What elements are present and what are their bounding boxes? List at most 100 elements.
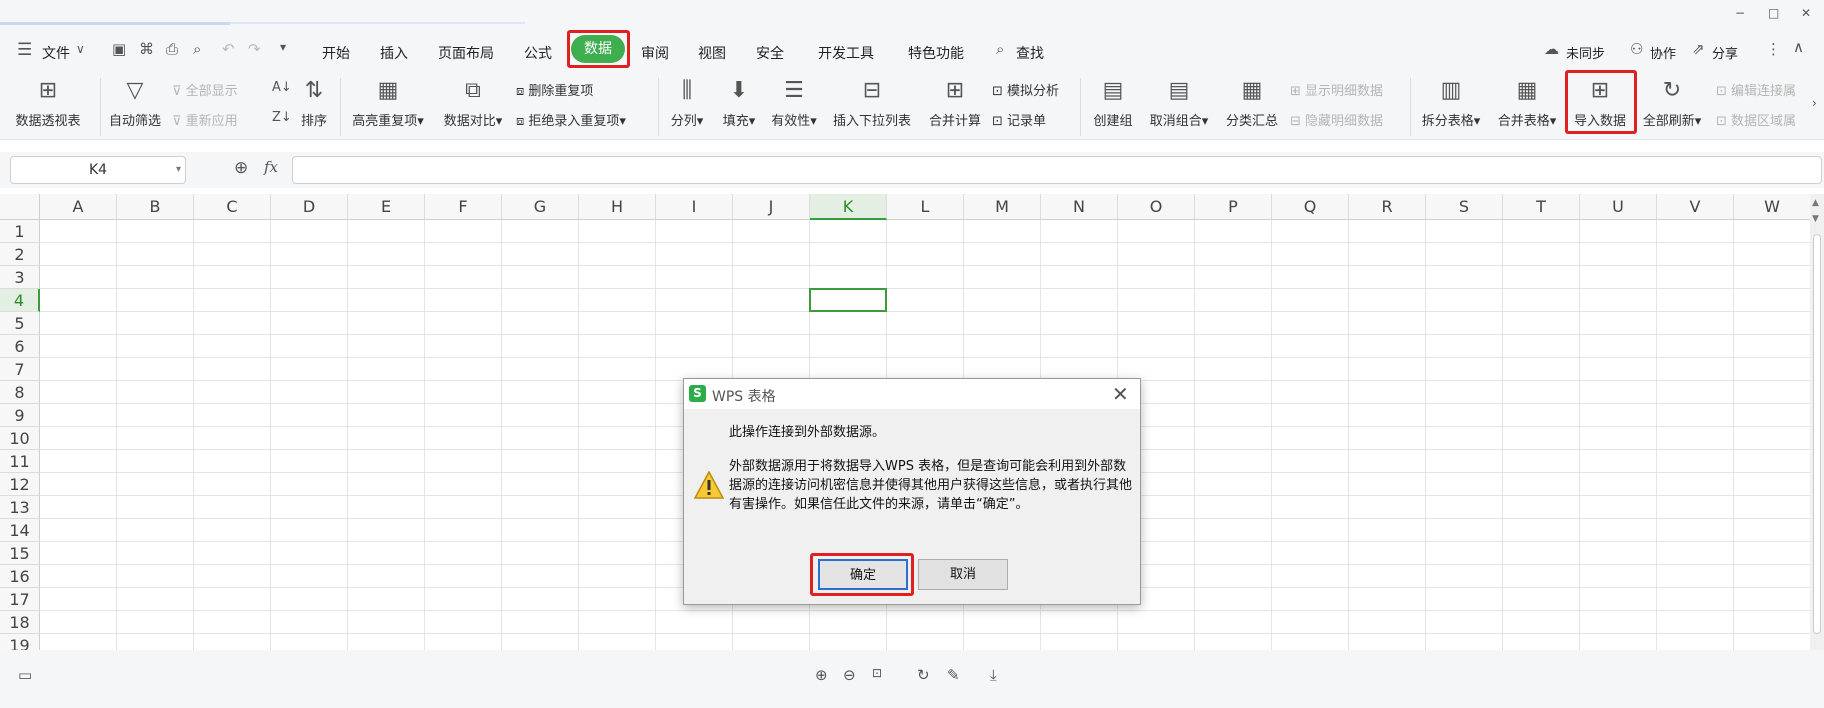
zoom-out-icon[interactable]: ⊖ (843, 666, 856, 684)
insert-dropdown-list-button[interactable]: ⊟ 插入下拉列表 (828, 76, 916, 129)
format-painter-icon[interactable]: ⌘ (139, 40, 154, 58)
actual-size-icon[interactable]: ⊡ (872, 666, 882, 680)
tab-developer[interactable]: 开发工具 (818, 43, 874, 63)
what-if-analysis-button[interactable]: ⊡ 模拟分析 (992, 80, 1059, 99)
create-group-button[interactable]: ▤ 创建组 (1088, 76, 1138, 129)
cloud-sync-icon[interactable]: ☁ (1544, 40, 1559, 58)
column-header-o[interactable]: O (1118, 194, 1195, 220)
column-header-i[interactable]: I (656, 194, 733, 220)
scroll-up-icon[interactable]: ▲ (1812, 198, 1819, 208)
column-header-l[interactable]: L (887, 194, 964, 220)
row-header-8[interactable]: 8 (0, 381, 40, 404)
remove-duplicates-button[interactable]: ⧈ 删除重复项 (516, 80, 593, 99)
row-header-11[interactable]: 11 (0, 450, 40, 473)
tab-home[interactable]: 开始 (322, 43, 350, 63)
merge-table-button[interactable]: ▦ 合并表格▾ (1492, 76, 1562, 129)
row-header-15[interactable]: 15 (0, 542, 40, 565)
row-header-10[interactable]: 10 (0, 427, 40, 450)
column-header-p[interactable]: P (1195, 194, 1272, 220)
subtotal-button[interactable]: ▦ 分类汇总 (1222, 76, 1282, 129)
sort-desc-icon[interactable]: Z↓ (272, 110, 292, 125)
undo-icon[interactable]: ↶ (222, 40, 235, 58)
data-compare-button[interactable]: ⧉ 数据对比▾ (438, 76, 508, 129)
selected-cell[interactable] (809, 288, 887, 312)
row-header-13[interactable]: 13 (0, 496, 40, 519)
row-header-1[interactable]: 1 (0, 220, 40, 243)
hide-detail-button[interactable]: ⊟ 隐藏明细数据 (1290, 110, 1383, 129)
collaborate-button[interactable]: 协作 (1650, 43, 1676, 62)
row-header-4[interactable]: 4 (0, 289, 40, 312)
scroll-down-icon[interactable]: ▼ (1812, 214, 1819, 224)
column-header-s[interactable]: S (1426, 194, 1503, 220)
edit-connection-button[interactable]: ⊡ 编辑连接属 (1716, 80, 1796, 99)
show-detail-button[interactable]: ⊞ 显示明细数据 (1290, 80, 1383, 99)
row-header-6[interactable]: 6 (0, 335, 40, 358)
row-header-5[interactable]: 5 (0, 312, 40, 335)
column-header-v[interactable]: V (1657, 194, 1734, 220)
row-header-12[interactable]: 12 (0, 473, 40, 496)
tab-formula[interactable]: 公式 (524, 43, 552, 63)
scroll-thumb[interactable] (1813, 234, 1821, 634)
row-header-19[interactable]: 19 (0, 634, 40, 650)
collaborate-icon[interactable]: ⚇ (1630, 40, 1643, 58)
column-header-m[interactable]: M (964, 194, 1041, 220)
row-header-7[interactable]: 7 (0, 358, 40, 381)
column-header-n[interactable]: N (1041, 194, 1118, 220)
column-header-f[interactable]: F (425, 194, 502, 220)
zoom-in-icon[interactable]: ⊕ (815, 666, 828, 684)
column-header-j[interactable]: J (733, 194, 810, 220)
sort-button[interactable]: ⇅ 排序 (296, 76, 332, 129)
sort-asc-icon[interactable]: A↓ (272, 80, 292, 95)
ribbon-scroll-right-icon[interactable]: › (1812, 96, 1817, 110)
file-menu[interactable]: 文件 (42, 43, 70, 63)
tab-review[interactable]: 审阅 (641, 43, 669, 63)
column-header-d[interactable]: D (271, 194, 348, 220)
quick-access-dropdown-icon[interactable]: ▾ (280, 40, 286, 54)
fill-button[interactable]: ⬇ 填充▾ (716, 76, 762, 129)
tab-page-layout[interactable]: 页面布局 (438, 43, 494, 63)
column-header-q[interactable]: Q (1272, 194, 1349, 220)
pen-icon[interactable]: ✎ (947, 666, 960, 684)
refresh-all-button[interactable]: ↻ 全部刷新▾ (1638, 76, 1706, 129)
column-header-b[interactable]: B (117, 194, 194, 220)
chevron-down-icon[interactable]: ∨ (76, 42, 85, 56)
pivot-table-button[interactable]: ⊞ 数据透视表 (8, 76, 88, 129)
row-header-16[interactable]: 16 (0, 565, 40, 588)
split-column-button[interactable]: ⫼ 分列▾ (664, 76, 710, 129)
search-icon[interactable]: ⌕ (996, 40, 1004, 58)
column-header-c[interactable]: C (194, 194, 271, 220)
autofilter-button[interactable]: ▽ 自动筛选 (105, 76, 165, 129)
sheet-view-icon[interactable]: ▭ (18, 666, 32, 684)
column-header-k[interactable]: K (810, 194, 887, 220)
consolidate-button[interactable]: ⊞ 合并计算 (926, 76, 984, 129)
column-header-w[interactable]: W (1734, 194, 1810, 220)
validity-button[interactable]: ☰ 有效性▾ (766, 76, 822, 129)
tab-security[interactable]: 安全 (756, 43, 784, 63)
rotate-icon[interactable]: ↻ (917, 666, 930, 684)
search-button[interactable]: 查找 (1016, 43, 1044, 63)
name-box[interactable]: K4 ▾ (10, 156, 186, 184)
row-header-17[interactable]: 17 (0, 588, 40, 611)
column-header-a[interactable]: A (40, 194, 117, 220)
record-form-button[interactable]: ⊡ 记录单 (992, 110, 1046, 129)
row-header-9[interactable]: 9 (0, 404, 40, 427)
reject-duplicates-button[interactable]: ⧈ 拒绝录入重复项▾ (516, 110, 626, 129)
select-all-corner[interactable] (0, 194, 40, 220)
tab-view[interactable]: 视图 (698, 43, 726, 63)
data-range-properties-button[interactable]: ⊡ 数据区域属 (1716, 110, 1796, 129)
share-button[interactable]: 分享 (1712, 43, 1738, 62)
row-header-3[interactable]: 3 (0, 266, 40, 289)
save-icon[interactable]: ▣ (112, 40, 126, 58)
tab-special-features[interactable]: 特色功能 (908, 43, 964, 63)
formula-input[interactable] (292, 156, 1822, 184)
collapse-ribbon-icon[interactable]: ∧ (1793, 38, 1804, 56)
zoom-formula-icon[interactable]: ⊕ (234, 158, 248, 178)
column-header-e[interactable]: E (348, 194, 425, 220)
show-all-button[interactable]: ⊽ 全部显示 (172, 80, 238, 99)
column-header-g[interactable]: G (502, 194, 579, 220)
function-icon[interactable]: fx (264, 158, 278, 176)
ungroup-button[interactable]: ▤ 取消组合▾ (1144, 76, 1214, 129)
close-icon[interactable]: ✕ (1112, 382, 1129, 406)
row-header-14[interactable]: 14 (0, 519, 40, 542)
download-icon[interactable]: ⤓ (990, 666, 997, 684)
